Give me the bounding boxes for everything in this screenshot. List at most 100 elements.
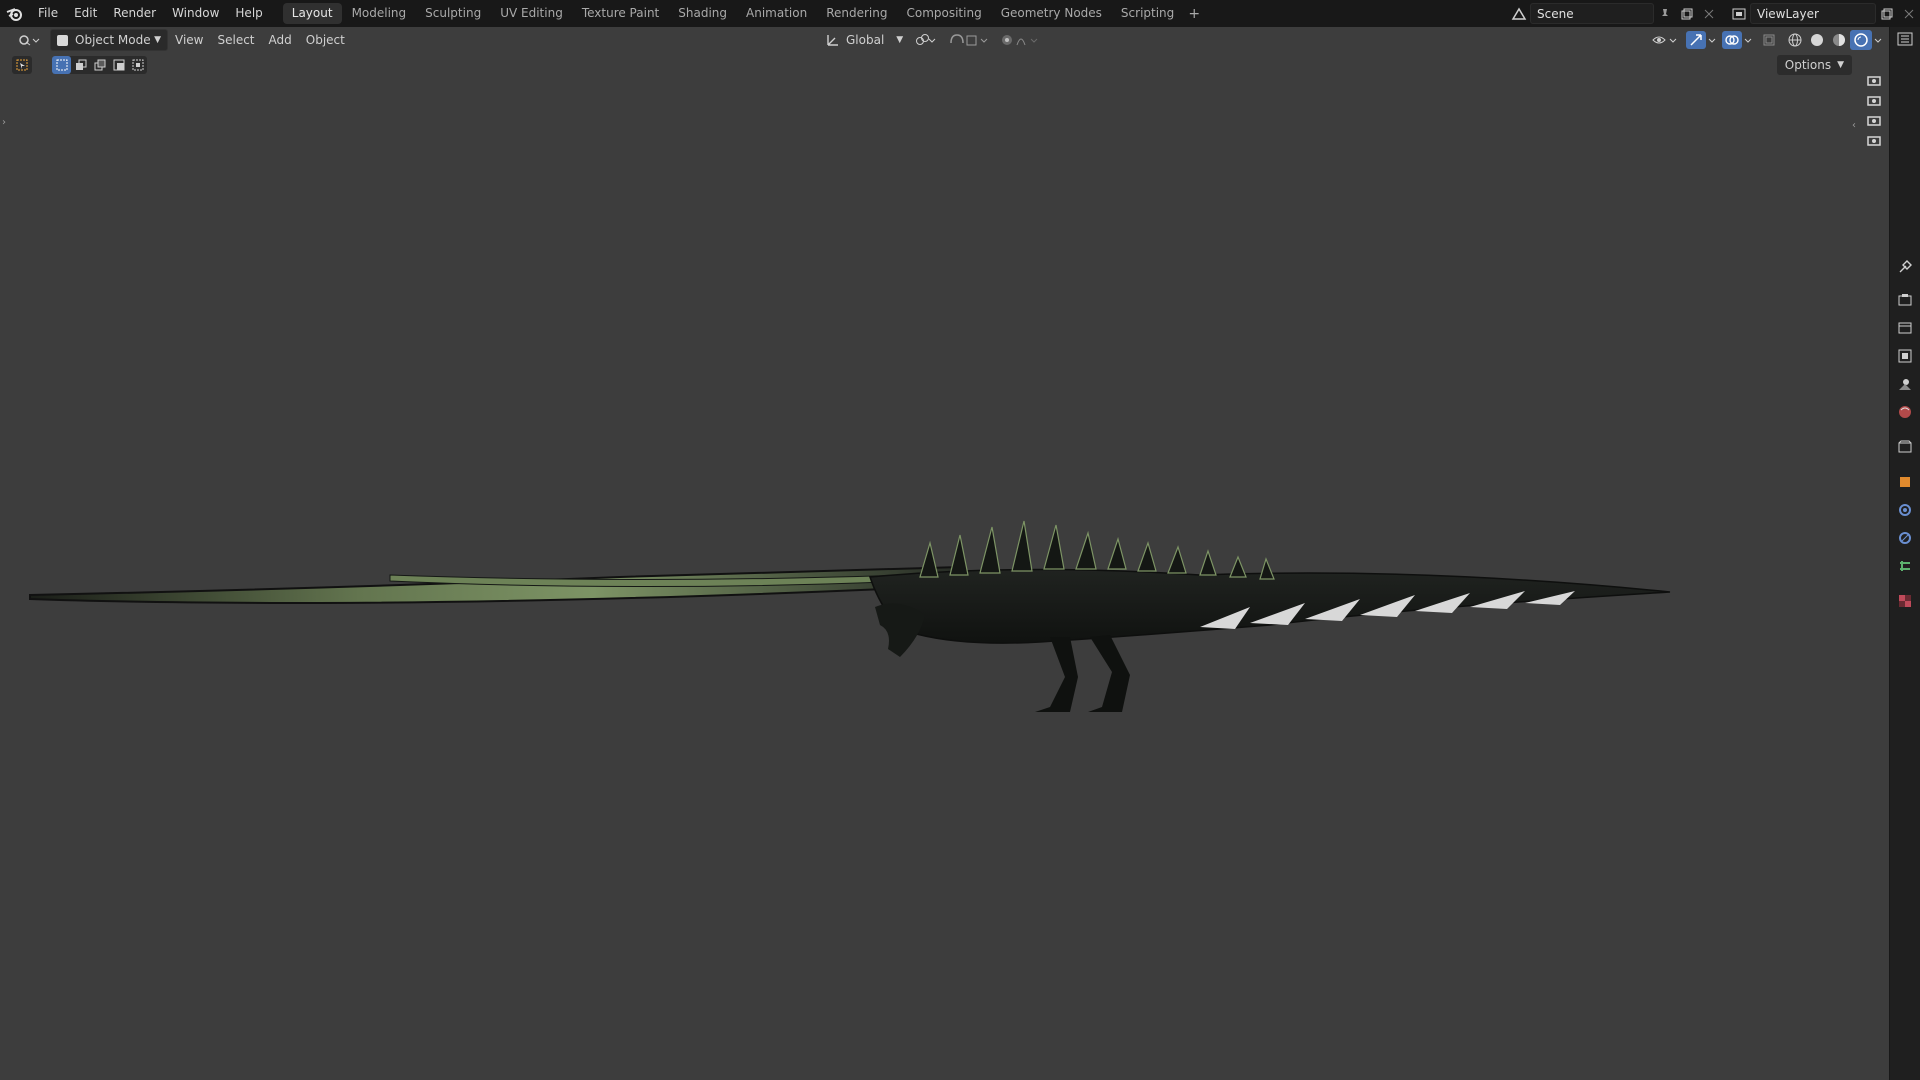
tool-icon[interactable] — [1895, 257, 1915, 277]
chevron-down-icon: ▼ — [154, 35, 161, 45]
menu-view[interactable]: View — [168, 30, 210, 50]
3d-viewport[interactable]: Object Mode ▼ View Select Add Object Glo… — [0, 27, 1890, 1080]
tab-scripting[interactable]: Scripting — [1112, 3, 1183, 24]
chevron-down-icon[interactable] — [1872, 33, 1884, 47]
camera-icon[interactable] — [1866, 72, 1882, 88]
menu-window[interactable]: Window — [164, 0, 227, 27]
xray-icon[interactable] — [1756, 30, 1782, 50]
tab-sculpting[interactable]: Sculpting — [416, 3, 490, 24]
scene-icon[interactable] — [1895, 374, 1915, 394]
select-extend-icon[interactable] — [71, 56, 90, 74]
blender-logo-icon[interactable] — [0, 0, 30, 27]
close-icon[interactable] — [1698, 4, 1720, 24]
tab-layout[interactable]: Layout — [282, 3, 342, 24]
proportional-edit-icon[interactable] — [995, 30, 1049, 50]
selection-mode-group — [52, 56, 147, 74]
tab-texture-paint[interactable]: Texture Paint — [573, 3, 668, 24]
menu-help[interactable]: Help — [227, 0, 270, 27]
select-invert-icon[interactable] — [109, 56, 128, 74]
options-label: Options — [1784, 58, 1832, 72]
editor-type-icon[interactable] — [12, 30, 46, 50]
menu-render[interactable]: Render — [105, 0, 164, 27]
properties-tab-strip — [1889, 27, 1920, 1080]
new-scene-icon[interactable] — [1676, 4, 1698, 24]
scene-name: Scene — [1537, 6, 1574, 21]
render-icon[interactable] — [1895, 290, 1915, 310]
camera-icon[interactable] — [1866, 132, 1882, 148]
camera-gizmos — [1866, 72, 1886, 148]
viewport-shading-tools — [1646, 30, 1886, 50]
tool-settings — [12, 56, 147, 74]
gizmo-icon — [1686, 31, 1706, 49]
transform-tools: Global ▼ — [820, 30, 1049, 50]
tab-rendering[interactable]: Rendering — [817, 3, 896, 24]
object-icon[interactable] — [1895, 472, 1915, 492]
modifier-icon[interactable] — [1895, 500, 1915, 520]
tab-animation[interactable]: Animation — [737, 3, 816, 24]
output-icon[interactable] — [1895, 318, 1915, 338]
menu-select[interactable]: Select — [210, 30, 261, 50]
menu-edit[interactable]: Edit — [66, 0, 105, 27]
menu-file[interactable]: File — [30, 0, 66, 27]
rendered-shading-icon[interactable] — [1850, 30, 1872, 50]
wireframe-shading-icon[interactable] — [1784, 30, 1806, 50]
view-layer-field[interactable]: ViewLayer — [1750, 3, 1876, 24]
tab-modeling[interactable]: Modeling — [343, 3, 416, 24]
camera-icon[interactable] — [1866, 112, 1882, 128]
view-layer-icon[interactable] — [1895, 346, 1915, 366]
dragon-model[interactable] — [20, 507, 1680, 727]
camera-icon[interactable] — [1866, 92, 1882, 108]
select-intersect-icon[interactable] — [128, 56, 147, 74]
gizmo-toggle-icon[interactable] — [1684, 30, 1720, 50]
pin-icon[interactable] — [1654, 4, 1676, 24]
view-layer-name: ViewLayer — [1757, 6, 1819, 21]
solid-shading-icon[interactable] — [1806, 30, 1828, 50]
tab-shading[interactable]: Shading — [669, 3, 736, 24]
shading-modes — [1782, 30, 1886, 50]
overlays-toggle-icon[interactable] — [1720, 30, 1756, 50]
chevron-down-icon: ▼ — [1837, 60, 1844, 70]
physics-icon[interactable] — [1895, 528, 1915, 548]
mode-label: Object Mode — [75, 33, 151, 47]
tab-compositing[interactable]: Compositing — [897, 3, 990, 24]
tab-uv-editing[interactable]: UV Editing — [491, 3, 572, 24]
collection-icon[interactable] — [1895, 437, 1915, 457]
object-mode-icon — [57, 34, 68, 46]
orientation-label: Global — [846, 33, 885, 47]
select-subtract-icon[interactable] — [90, 56, 109, 74]
tab-geometry-nodes[interactable]: Geometry Nodes — [992, 3, 1111, 24]
outliner-toggle-icon[interactable] — [1895, 29, 1915, 49]
pivot-point-icon[interactable] — [909, 30, 943, 50]
visibility-icon[interactable] — [1646, 30, 1684, 50]
chevron-down-icon: ▼ — [896, 35, 904, 45]
dragon-legs — [1035, 635, 1130, 712]
menu-add[interactable]: Add — [262, 30, 299, 50]
workspace-tabs: Layout Modeling Sculpting UV Editing Tex… — [282, 3, 1205, 24]
viewport-header: Object Mode ▼ View Select Add Object Glo… — [0, 27, 1890, 53]
sidebar-expand-icon[interactable]: ‹ — [1852, 120, 1856, 131]
toolbar-expand-icon[interactable]: › — [2, 117, 6, 128]
dragon-head — [875, 603, 925, 657]
scene-selectors: Scene ViewLayer — [1508, 0, 1920, 27]
top-bar: File Edit Render Window Help Layout Mode… — [0, 0, 1920, 27]
options-button[interactable]: Options ▼ — [1776, 55, 1852, 75]
world-icon[interactable] — [1895, 402, 1915, 422]
new-view-layer-icon[interactable] — [1876, 4, 1898, 24]
menu-object[interactable]: Object — [299, 30, 352, 50]
close-view-layer-icon[interactable] — [1898, 4, 1920, 24]
snap-icon[interactable] — [943, 30, 995, 50]
orientation-icon — [827, 35, 838, 46]
mode-selector[interactable]: Object Mode ▼ — [50, 29, 168, 51]
select-new-icon[interactable] — [52, 56, 71, 74]
view-layer-icon[interactable] — [1728, 4, 1750, 24]
add-workspace-button[interactable]: + — [1184, 6, 1204, 22]
texture-icon[interactable] — [1895, 591, 1915, 611]
scene-icon[interactable] — [1508, 4, 1530, 24]
scene-field[interactable]: Scene — [1530, 3, 1654, 24]
constraint-icon[interactable] — [1895, 556, 1915, 576]
select-tool-icon[interactable] — [12, 56, 32, 74]
overlays-icon — [1722, 31, 1742, 49]
main-menu: File Edit Render Window Help — [30, 0, 271, 27]
transform-orientation[interactable]: Global ▼ — [820, 30, 909, 50]
material-preview-icon[interactable] — [1828, 30, 1850, 50]
